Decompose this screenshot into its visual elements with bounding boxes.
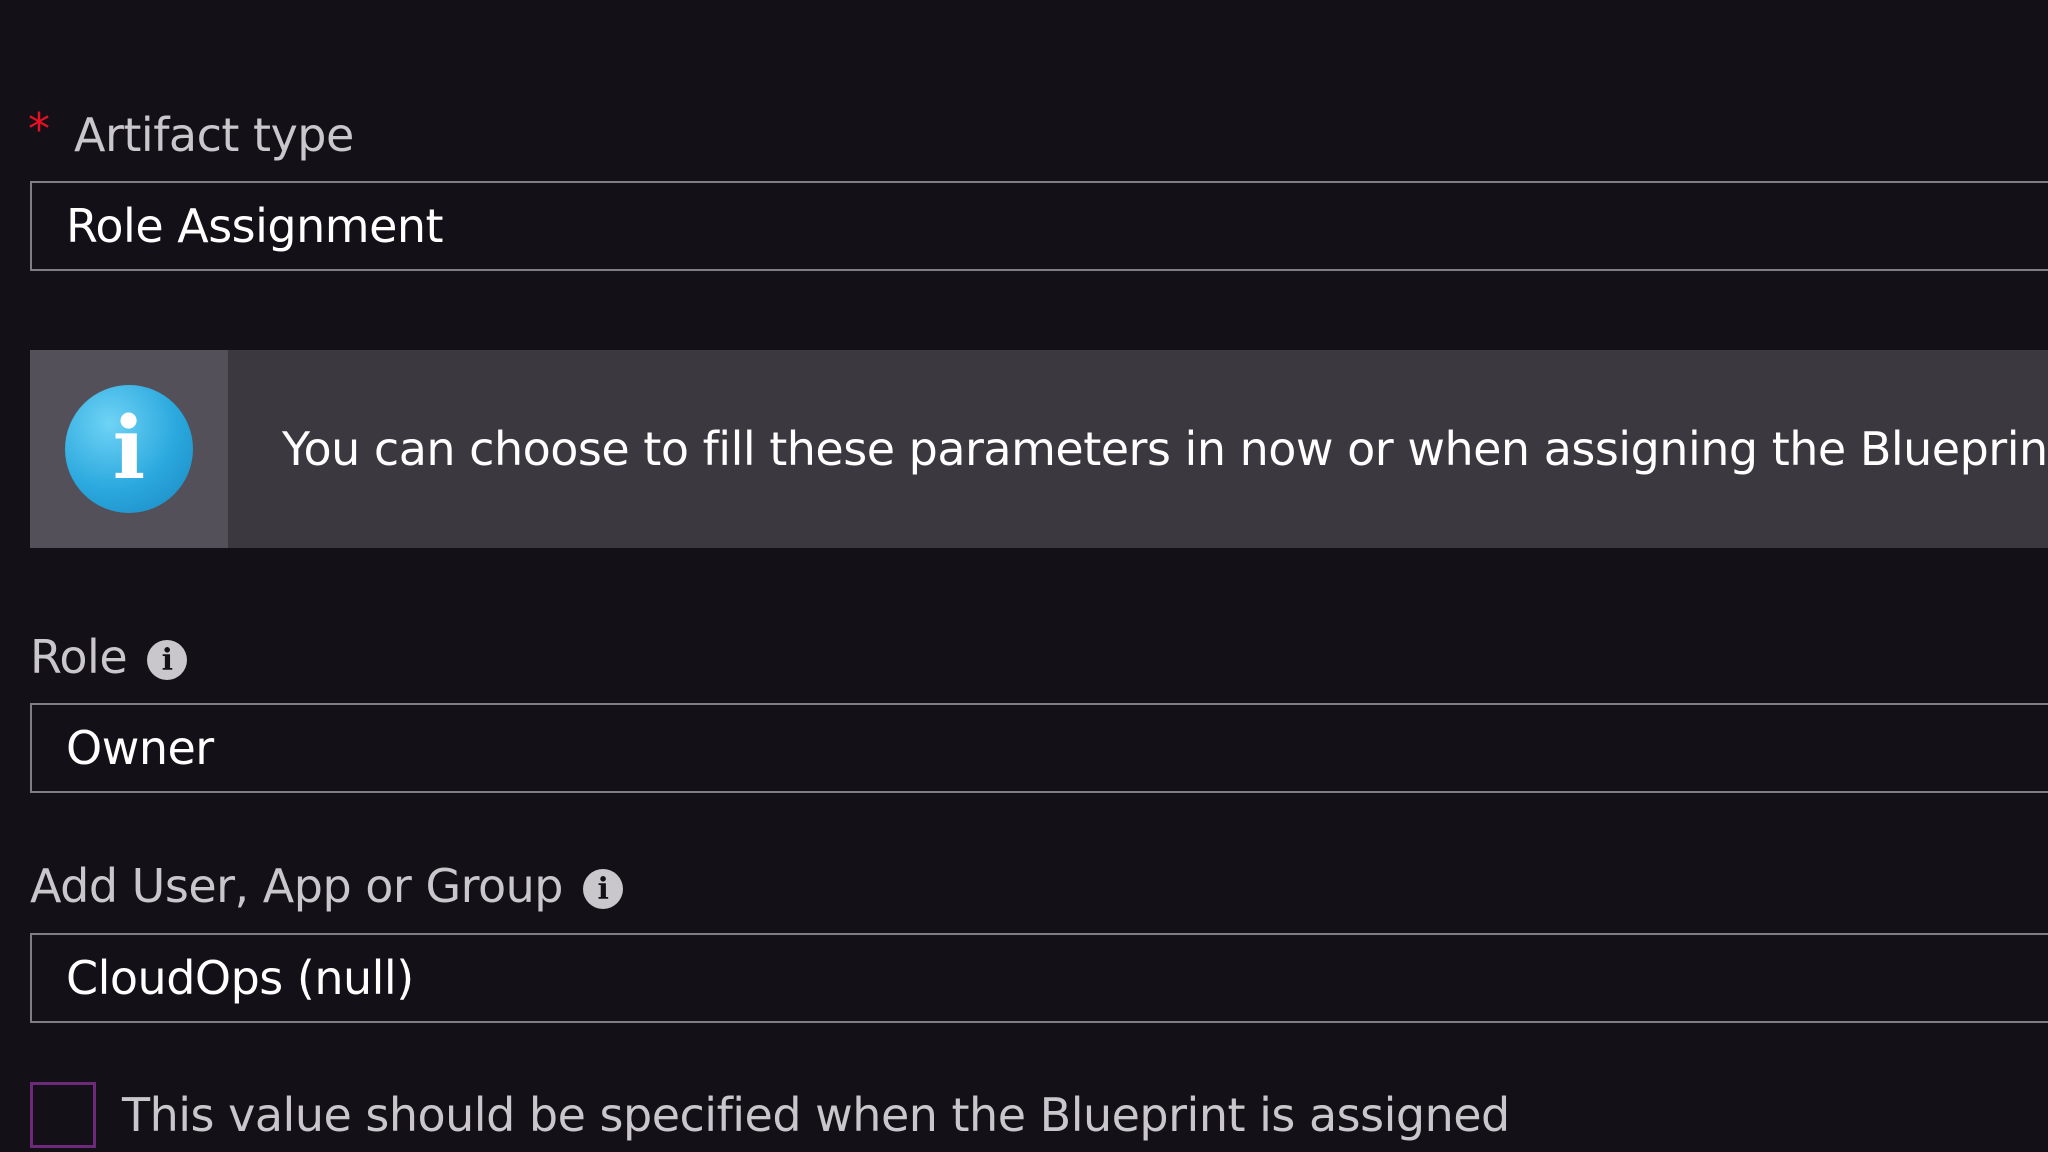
artifact-type-field[interactable]: Role Assignment <box>30 181 2048 271</box>
role-field[interactable]: Owner <box>30 703 2048 793</box>
info-banner-text: You can choose to fill these parameters … <box>282 422 2048 476</box>
info-icon: i <box>65 385 193 513</box>
artifact-type-label-text: Artifact type <box>74 108 354 162</box>
assign-later-checkbox[interactable] <box>30 1082 96 1148</box>
required-marker: * <box>28 104 50 155</box>
role-info-icon[interactable]: i <box>147 640 188 680</box>
info-banner-icon-box: i <box>30 350 228 548</box>
role-label-text: Role <box>30 630 128 684</box>
artifact-form: * Artifact type Role Assignment i You ca… <box>0 0 2048 1152</box>
principal-label: Add User, App or Group i <box>30 859 623 913</box>
role-info-icon-glyph: i <box>161 642 173 678</box>
principal-value: CloudOps (null) <box>66 951 414 1005</box>
principal-info-icon-glyph: i <box>597 871 609 907</box>
info-banner: i You can choose to fill these parameter… <box>30 350 2048 548</box>
principal-field[interactable]: CloudOps (null) <box>30 933 2048 1023</box>
artifact-type-label: Artifact type <box>74 108 354 162</box>
artifact-type-value: Role Assignment <box>66 199 444 253</box>
role-value: Owner <box>66 721 214 775</box>
principal-info-icon[interactable]: i <box>582 869 623 909</box>
principal-label-text: Add User, App or Group <box>30 859 563 913</box>
assign-later-label[interactable]: This value should be specified when the … <box>122 1088 1510 1142</box>
assign-later-row: This value should be specified when the … <box>30 1082 1510 1148</box>
info-icon-glyph: i <box>112 398 146 499</box>
role-label: Role i <box>30 630 188 684</box>
